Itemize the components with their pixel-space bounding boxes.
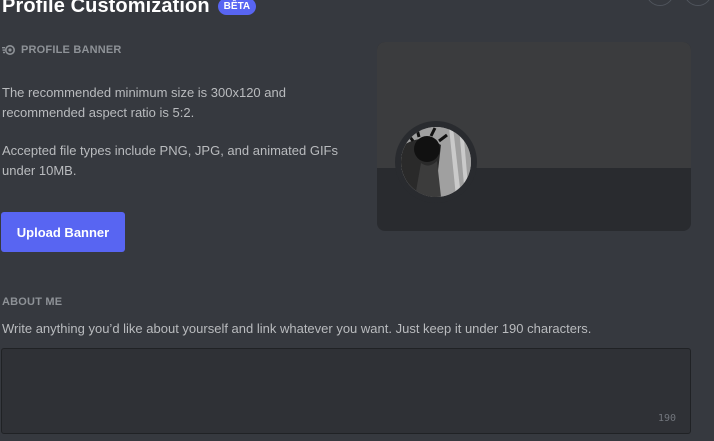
avatar[interactable] [401, 127, 471, 197]
about-me-heading: ABOUT ME [2, 296, 63, 308]
page-header: Profile Customization BÊTA [2, 0, 257, 18]
upload-banner-button[interactable]: Upload Banner [1, 212, 125, 252]
about-me-field[interactable]: 190 [1, 348, 691, 434]
banner-file-types-text: Accepted file types include PNG, JPG, an… [2, 143, 338, 178]
profile-banner-label: PROFILE BANNER [21, 44, 122, 56]
about-me-input[interactable] [2, 349, 690, 433]
profile-banner-heading: PROFILE BANNER [2, 44, 122, 56]
profile-customization-page: Profile Customization BÊTA PROFILE BANNE… [0, 0, 714, 441]
close-button[interactable] [684, 0, 712, 6]
nitro-icon [2, 44, 16, 56]
beta-badge: BÊTA [217, 0, 257, 15]
profile-preview-card [377, 42, 691, 231]
about-me-description: Write anything you’d like about yourself… [2, 321, 592, 336]
banner-size-text: The recommended minimum size is 300x120 … [2, 85, 286, 120]
top-action-button[interactable] [646, 0, 674, 6]
page-title: Profile Customization [2, 0, 210, 17]
character-counter: 190 [657, 413, 676, 424]
avatar-frame [395, 121, 477, 203]
